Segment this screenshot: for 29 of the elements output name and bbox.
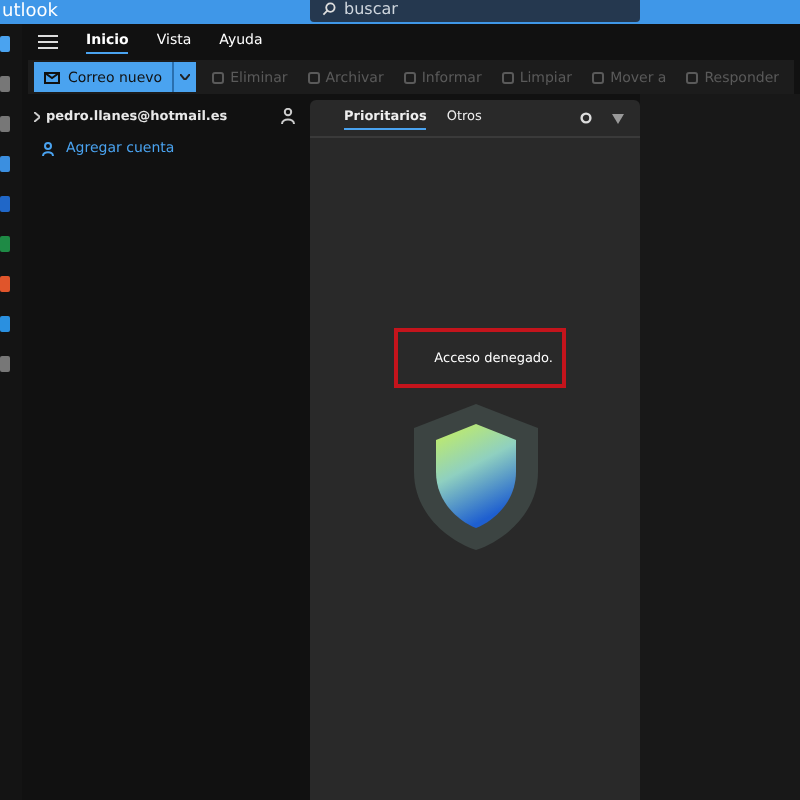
caret-icon (180, 74, 191, 80)
circle-icon[interactable] (580, 112, 592, 124)
app-icon[interactable] (0, 316, 10, 332)
chevron-icon[interactable] (34, 111, 40, 121)
app-icon[interactable] (0, 156, 10, 172)
action-icon (501, 71, 514, 83)
app-icon[interactable] (0, 236, 10, 252)
filter-icon[interactable] (612, 113, 624, 123)
search-field[interactable]: buscar (344, 0, 584, 18)
app-title: utlook (2, 0, 58, 24)
app-icon[interactable] (0, 36, 10, 52)
app-icon[interactable] (0, 196, 10, 212)
add-person-icon (42, 141, 56, 155)
menu-icon[interactable] (38, 34, 58, 50)
people-icon[interactable] (280, 108, 298, 124)
action-icon (686, 71, 699, 83)
mail-icon (44, 71, 60, 83)
search-icon (322, 2, 336, 16)
action-icon (592, 71, 605, 83)
shield-icon (409, 400, 541, 552)
app-icon[interactable] (0, 76, 10, 92)
search-box[interactable]: buscar (310, 0, 640, 22)
app-icon[interactable] (0, 356, 10, 372)
app-icon[interactable] (0, 116, 10, 132)
app-icon[interactable] (0, 276, 10, 292)
action-icon (403, 71, 416, 83)
action-icon (307, 71, 320, 83)
dropdown-button[interactable] (172, 62, 197, 92)
action-icon (212, 71, 225, 83)
